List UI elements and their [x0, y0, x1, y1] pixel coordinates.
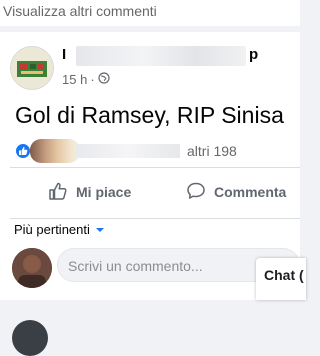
thumbs-up-icon [48, 181, 68, 204]
next-comment-avatar[interactable] [12, 320, 48, 356]
comment-sort-label: Più pertinenti [14, 222, 90, 237]
like-button-label: Mi piace [76, 184, 132, 200]
like-button[interactable]: Mi piace [48, 178, 131, 206]
divider [10, 167, 300, 168]
post-text: Gol di Ramsey, RIP Sinisa [15, 102, 284, 128]
post-author-name-start[interactable]: I [62, 46, 66, 63]
comment-input-placeholder: Scrivi un commento... [68, 258, 203, 274]
author-name-redacted [76, 46, 246, 66]
globe-icon[interactable] [98, 72, 110, 87]
comment-button[interactable]: Commenta [186, 178, 286, 206]
chat-label[interactable]: Chat ( [264, 267, 304, 283]
post-time[interactable]: 15 h [62, 72, 87, 87]
comment-bubble-icon [186, 181, 206, 204]
comment-button-label: Commenta [214, 184, 287, 200]
post-meta: 15 h · [62, 72, 110, 87]
divider [10, 218, 300, 219]
reactions-summary[interactable]: altri 198 [14, 139, 304, 163]
reactions-count[interactable]: altri 198 [187, 143, 237, 159]
post-card: I p 15 h · Gol di Ramsey, RIP Sinisa alt… [0, 32, 300, 356]
meta-separator: · [90, 72, 95, 87]
view-more-comments-label[interactable]: Visualizza altri commenti [3, 3, 157, 19]
reactor-avatars [30, 139, 80, 163]
post-author-name-end[interactable]: p [249, 46, 258, 63]
chat-panel[interactable]: Chat ( [256, 258, 306, 300]
reactor-names-redacted [76, 144, 180, 158]
caret-down-icon [95, 222, 105, 237]
view-more-comments-link[interactable]: Visualizza altri commenti [0, 0, 300, 26]
current-user-avatar[interactable] [12, 248, 52, 288]
comment-sort-dropdown[interactable]: Più pertinenti [14, 222, 105, 237]
page-avatar[interactable] [10, 46, 54, 90]
